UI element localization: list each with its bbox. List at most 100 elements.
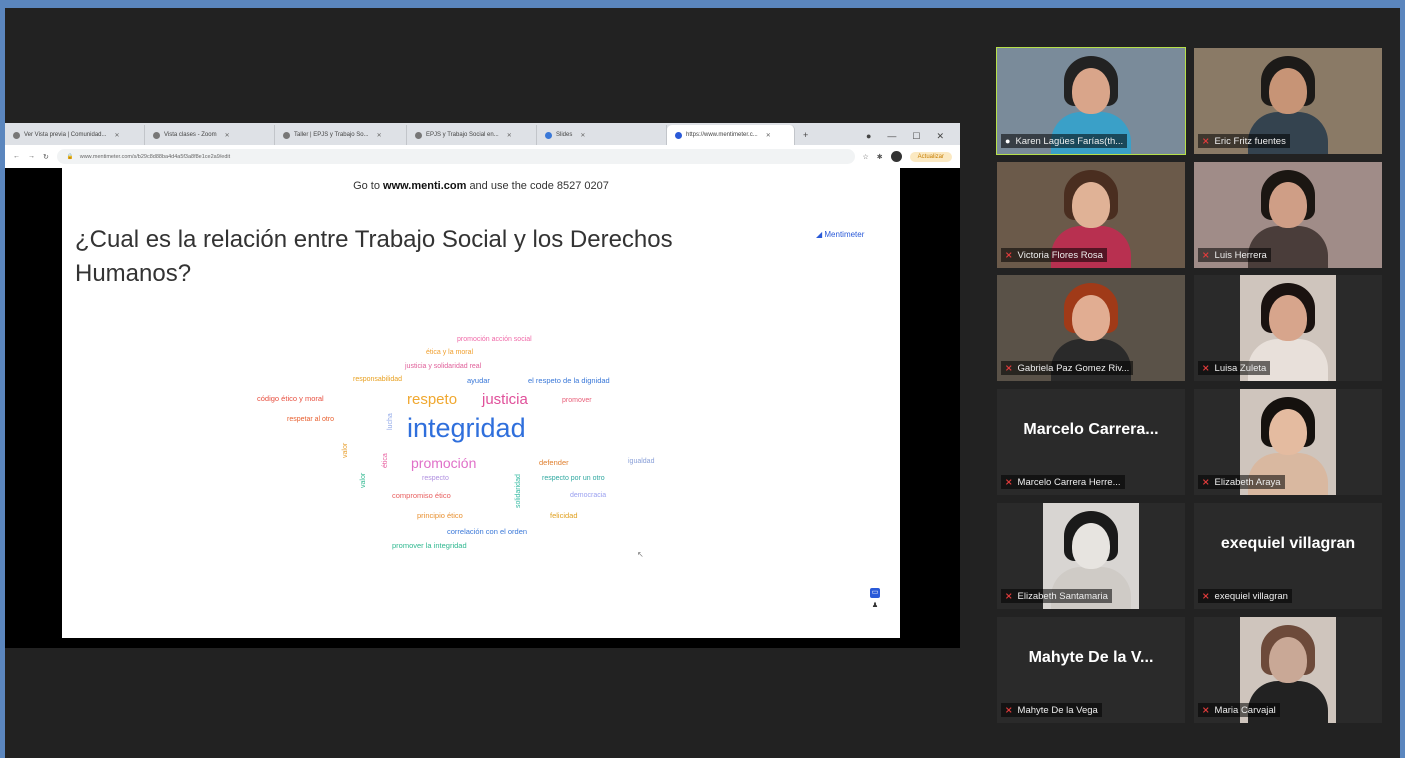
participant-name: Mahyte De la Vega [1017, 704, 1098, 716]
participant-tile[interactable]: Mahyte De la V... ⨯ Mahyte De la Vega [997, 617, 1185, 723]
mic-muted-icon: ⨯ [1202, 135, 1210, 146]
tab-favicon-icon [153, 131, 160, 139]
participant-tile[interactable]: ⨯ Luis Herrera [1194, 162, 1382, 268]
tab-search-icon[interactable]: ● [866, 131, 871, 141]
participant-name: Elizabeth Araya [1214, 476, 1281, 488]
close-icon[interactable]: ✕ [115, 132, 120, 139]
mic-muted-icon: ⨯ [1202, 704, 1210, 715]
participant-tile[interactable]: ⨯ Elizabeth Santamaria [997, 503, 1185, 609]
browser-tab[interactable]: Slides ✕ [537, 125, 667, 145]
participant-tile[interactable]: ● Karen Lagües Farías(th... [996, 47, 1186, 155]
participant-name-caption: ⨯ Luis Herrera [1198, 248, 1271, 262]
profile-avatar[interactable] [890, 151, 902, 162]
reload-icon[interactable]: ↻ [43, 153, 49, 161]
word-cloud-word: valor [360, 472, 367, 488]
presentation-slide: Go to www.menti.com and use the code 852… [62, 168, 900, 638]
mouse-cursor-icon: ↖ [637, 550, 644, 559]
close-icon[interactable]: ✕ [507, 132, 512, 139]
participant-tile[interactable]: ⨯ Victoria Flores Rosa [997, 162, 1185, 268]
close-icon[interactable]: ✕ [377, 132, 382, 139]
word-cloud-word: justicia y solidaridad real [405, 363, 482, 370]
participant-tile[interactable]: ⨯ Maria Carvajal [1194, 617, 1382, 723]
browser-tabs: Ver Vista previa | Comunidad... ✕ Vista c… [5, 125, 960, 147]
browser-tab[interactable]: Vista clases - Zoom ✕ [145, 125, 275, 145]
participant-tile[interactable]: ⨯ Gabriela Paz Gomez Riv... [997, 275, 1185, 381]
close-icon[interactable]: ✕ [766, 132, 771, 139]
participant-name-caption: ⨯ Marcelo Carrera Herre... [1001, 475, 1125, 489]
word-cloud-word: correlación con el orden [447, 527, 528, 536]
close-icon[interactable]: ✕ [225, 132, 230, 139]
browser-tab-active[interactable]: https://www.mentimeter.c... ✕ [667, 125, 795, 145]
participant-name: Eric Fritz fuentes [1214, 135, 1286, 147]
word-cloud-word: ética [382, 453, 389, 468]
participant-name-caption: ⨯ Luisa Zuleta [1198, 361, 1271, 375]
person-icon[interactable]: ♟ [870, 601, 880, 611]
word-cloud-word: ayudar [467, 376, 490, 385]
mic-muted-icon: ⨯ [1005, 476, 1013, 487]
word-cloud-word: respeto [407, 391, 458, 408]
word-cloud-word: ética y la moral [426, 349, 474, 356]
extensions-icon[interactable]: ✱ [877, 153, 883, 161]
participant-name-caption: ⨯ Maria Carvajal [1198, 703, 1280, 717]
participant-name: Elizabeth Santamaria [1017, 590, 1108, 602]
mic-muted-icon: ⨯ [1005, 704, 1013, 715]
browser-tab[interactable]: Ver Vista previa | Comunidad... ✕ [5, 125, 145, 145]
word-cloud-word: el respeto de la dignidad [528, 376, 610, 385]
word-cloud-word: defender [539, 458, 569, 467]
participant-display-name: Mahyte De la V... [1028, 649, 1154, 666]
star-icon[interactable]: ☆ [863, 153, 869, 161]
mic-muted-icon: ⨯ [1202, 476, 1210, 487]
participant-tile[interactable]: ⨯ Elizabeth Araya [1194, 389, 1382, 495]
face-shape [1072, 523, 1110, 569]
participant-tile[interactable]: ⨯ Eric Fritz fuentes [1194, 48, 1382, 154]
face-shape [1269, 295, 1307, 341]
chat-icon[interactable]: ▭ [870, 588, 880, 598]
participant-gallery: ● Karen Lagües Farías(th... ⨯ Eric Fritz fu… [996, 47, 1382, 723]
mic-muted-icon: ⨯ [1202, 249, 1210, 260]
new-tab-button[interactable]: + [795, 125, 816, 145]
close-window-icon[interactable]: ✕ [936, 131, 944, 142]
lock-icon: 🔒 [66, 153, 74, 160]
participant-name-caption: ⨯ exequiel villagran [1198, 589, 1292, 603]
participant-name-caption: ⨯ Gabriela Paz Gomez Riv... [1001, 361, 1134, 375]
close-icon[interactable]: ✕ [580, 132, 585, 139]
word-cloud-word: integridad [407, 413, 526, 443]
update-button[interactable]: Actualizar [909, 151, 952, 162]
participant-tile[interactable]: exequiel villagran ⨯ exequiel villagran [1194, 503, 1382, 609]
window-controls: ● — ☐ ✕ [866, 125, 960, 147]
participant-display-name: exequiel villagran [1220, 535, 1356, 552]
screen-gutter [900, 168, 960, 638]
shared-screen: Ver Vista previa | Comunidad... ✕ Vista c… [5, 123, 960, 648]
face-shape [1269, 182, 1307, 228]
participant-tile[interactable]: ⨯ Luisa Zuleta [1194, 275, 1382, 381]
browser-tab[interactable]: Taller | EPJS y Trabajo So... ✕ [275, 125, 407, 145]
forward-icon[interactable]: → [28, 153, 35, 160]
participant-name: Victoria Flores Rosa [1017, 249, 1103, 261]
meeting-window: Ver Vista previa | Comunidad... ✕ Vista c… [5, 8, 1400, 758]
browser-tab[interactable]: EPJS y Trabajo Social en... ✕ [407, 125, 537, 145]
word-cloud-word: lucha [387, 413, 394, 430]
minimize-icon[interactable]: — [887, 131, 896, 141]
word-cloud-word: felicidad [550, 511, 578, 520]
participant-name-caption: ⨯ Mahyte De la Vega [1001, 703, 1102, 717]
word-cloud-word: promover [562, 397, 592, 404]
participant-name: Marcelo Carrera Herre... [1017, 476, 1121, 488]
url-field[interactable]: 🔒 www.mentimeter.com/s/b29c8d88ba4d4a5f3a… [56, 149, 855, 164]
mic-muted-icon: ⨯ [1202, 590, 1210, 601]
word-cloud-word: justicia [482, 391, 528, 408]
participant-tile[interactable]: Marcelo Carrera... ⨯ Marcelo Carrera Herre… [997, 389, 1185, 495]
mic-muted-icon: ⨯ [1005, 249, 1013, 260]
maximize-icon[interactable]: ☐ [912, 131, 920, 142]
back-icon[interactable]: ← [13, 153, 20, 160]
word-cloud-word: código ético y moral [257, 394, 324, 403]
face-shape [1072, 295, 1110, 341]
participant-name-caption: ⨯ Elizabeth Santamaria [1001, 589, 1112, 603]
word-cloud-word: igualdad [628, 458, 655, 465]
word-cloud-word: respecto [422, 475, 449, 482]
mic-muted-icon: ⨯ [1202, 362, 1210, 373]
word-cloud-word: respecto por un otro [542, 475, 605, 482]
participant-name: exequiel villagran [1214, 590, 1288, 602]
participant-name: Luis Herrera [1214, 249, 1267, 261]
participant-name-caption: ● Karen Lagües Farías(th... [1001, 134, 1128, 148]
face-shape [1269, 409, 1307, 455]
